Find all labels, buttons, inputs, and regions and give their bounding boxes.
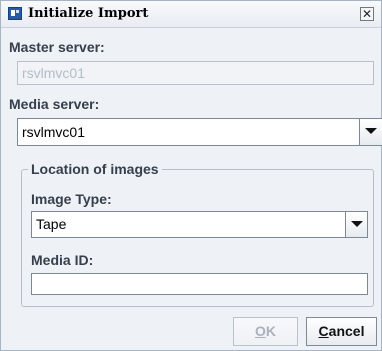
location-of-images-title: Location of images [28,161,162,177]
media-id-input[interactable] [31,273,368,295]
window-title: Initialize Import [28,6,149,21]
app-window-icon [8,7,22,20]
image-type-value: Tape [36,216,67,232]
initialize-import-dialog: Initialize Import ✕ Master server: rsvlm… [0,0,382,351]
media-server-select[interactable]: rsvlmvc01 [17,118,382,146]
chevron-down-icon[interactable] [359,119,382,145]
close-icon: ✕ [361,7,373,21]
media-server-value: rsvlmvc01 [22,124,86,140]
cancel-button[interactable]: Cancel [306,317,377,346]
master-server-value: rsvlmvc01 [22,65,86,81]
master-server-label: Master server: [9,39,105,55]
chevron-down-icon[interactable] [345,212,367,237]
close-button[interactable]: ✕ [360,7,374,21]
ok-label-rest: K [265,323,276,339]
title-bar[interactable]: Initialize Import ✕ [1,1,381,28]
ok-button[interactable]: OK [233,317,298,346]
master-server-field: rsvlmvc01 [17,61,374,85]
image-type-label: Image Type: [31,191,112,207]
image-type-select[interactable]: Tape [31,211,368,238]
ok-mnemonic: O [254,323,266,339]
media-server-label: Media server: [9,96,100,112]
media-id-label: Media ID: [31,252,94,268]
cancel-mnemonic: C [318,323,329,339]
cancel-label-rest: ancel [328,323,365,339]
